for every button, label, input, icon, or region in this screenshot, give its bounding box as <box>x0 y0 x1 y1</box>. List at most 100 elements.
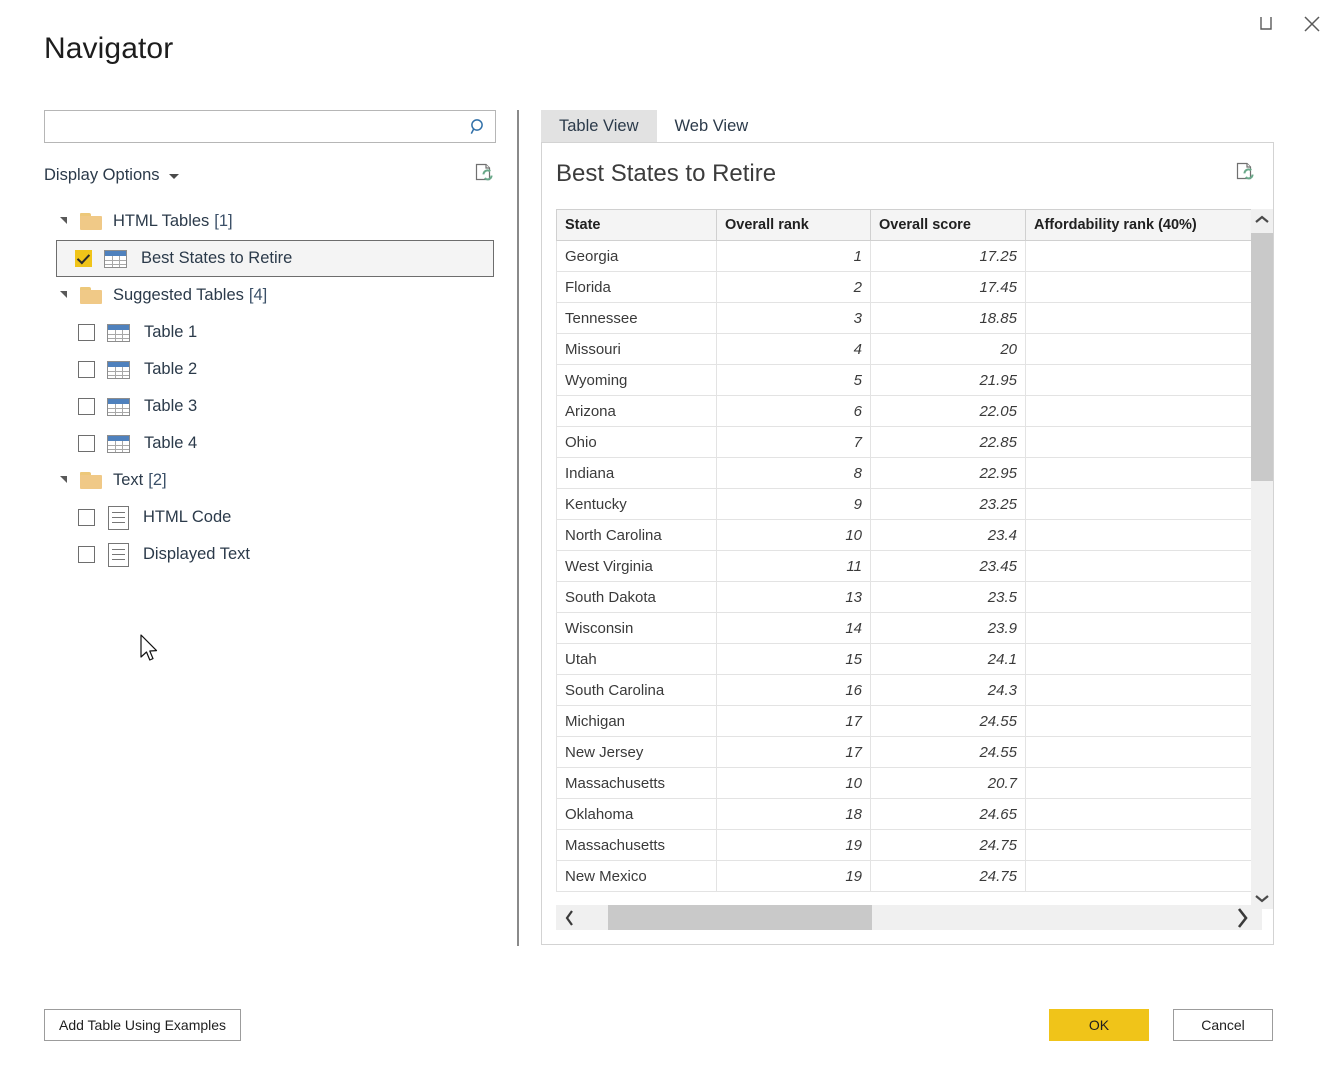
table-row[interactable]: South Carolina 16 24.3 <box>556 674 1263 706</box>
search-input[interactable] <box>45 112 461 141</box>
tree-item-table-1[interactable]: Table 1 <box>44 314 496 351</box>
cell-value[interactable] <box>1025 612 1263 644</box>
refresh-preview-button-left[interactable] <box>472 161 496 190</box>
cell-value[interactable]: 24.75 <box>870 829 1026 861</box>
tree-item-html-code[interactable]: HTML Code <box>44 499 496 536</box>
checkbox[interactable] <box>78 435 95 452</box>
checkbox[interactable] <box>78 509 95 526</box>
table-row[interactable]: Michigan 17 24.55 <box>556 705 1263 737</box>
cell-value[interactable]: 10 <box>716 767 871 799</box>
cell-value[interactable]: 17.45 <box>870 271 1026 303</box>
cell-value[interactable]: 23.45 <box>870 550 1026 582</box>
cell-value[interactable]: 24.55 <box>870 736 1026 768</box>
cell-value[interactable] <box>1025 240 1263 272</box>
cell-state[interactable]: New Jersey <box>556 736 717 768</box>
checkbox[interactable] <box>78 546 95 563</box>
cell-value[interactable] <box>1025 736 1263 768</box>
cell-state[interactable]: Wisconsin <box>556 612 717 644</box>
close-button[interactable] <box>1289 4 1335 44</box>
table-row[interactable]: Oklahoma 18 24.65 <box>556 798 1263 830</box>
cell-value[interactable]: 24.65 <box>870 798 1026 830</box>
cell-state[interactable]: Michigan <box>556 705 717 737</box>
cell-value[interactable] <box>1025 395 1263 427</box>
table-row[interactable]: Kentucky 9 23.25 <box>556 488 1263 520</box>
cell-value[interactable] <box>1025 271 1263 303</box>
cell-value[interactable]: 11 <box>716 550 871 582</box>
cell-value[interactable]: 24.75 <box>870 860 1026 892</box>
tree-group-html-tables[interactable]: HTML Tables [1] <box>44 203 496 240</box>
cell-value[interactable]: 4 <box>716 333 871 365</box>
tree-item-table-4[interactable]: Table 4 <box>44 425 496 462</box>
cell-value[interactable]: 3 <box>716 302 871 334</box>
search-button[interactable] <box>461 111 495 142</box>
tree-item-table-3[interactable]: Table 3 <box>44 388 496 425</box>
scroll-left-button[interactable] <box>556 909 584 927</box>
cell-state[interactable]: Massachusetts <box>556 829 717 861</box>
cell-value[interactable] <box>1025 860 1263 892</box>
tree-item-table-2[interactable]: Table 2 <box>44 351 496 388</box>
cell-value[interactable] <box>1025 767 1263 799</box>
tab-web-view[interactable]: Web View <box>657 110 767 142</box>
cell-value[interactable]: 22.05 <box>870 395 1026 427</box>
cell-value[interactable]: 1 <box>716 240 871 272</box>
cell-value[interactable]: 23.5 <box>870 581 1026 613</box>
vertical-scroll-thumb[interactable] <box>1251 233 1273 481</box>
cell-value[interactable]: 5 <box>716 364 871 396</box>
expander-toggle[interactable] <box>54 291 72 300</box>
cell-value[interactable]: 8 <box>716 457 871 489</box>
checkbox[interactable] <box>78 324 95 341</box>
cell-value[interactable]: 19 <box>716 860 871 892</box>
cell-state[interactable]: Kentucky <box>556 488 717 520</box>
table-row[interactable]: Missouri 4 20 <box>556 333 1263 365</box>
column-header[interactable]: State <box>556 209 717 241</box>
cell-value[interactable]: 24.3 <box>870 674 1026 706</box>
table-row[interactable]: South Dakota 13 23.5 <box>556 581 1263 613</box>
cell-value[interactable]: 9 <box>716 488 871 520</box>
cell-value[interactable]: 23.4 <box>870 519 1026 551</box>
cell-value[interactable]: 20 <box>870 333 1026 365</box>
cell-value[interactable]: 24.55 <box>870 705 1026 737</box>
expander-toggle[interactable] <box>54 476 72 485</box>
cell-value[interactable] <box>1025 643 1263 675</box>
scroll-up-button[interactable] <box>1251 209 1273 231</box>
column-header[interactable]: Overall score <box>870 209 1026 241</box>
cell-value[interactable] <box>1025 550 1263 582</box>
cancel-button[interactable]: Cancel <box>1173 1009 1273 1041</box>
horizontal-scroll-thumb[interactable] <box>608 905 872 930</box>
cell-state[interactable]: New Mexico <box>556 860 717 892</box>
cell-state[interactable]: Ohio <box>556 426 717 458</box>
cell-value[interactable]: 19 <box>716 829 871 861</box>
cell-value[interactable]: 22.85 <box>870 426 1026 458</box>
cell-value[interactable]: 23.9 <box>870 612 1026 644</box>
cell-value[interactable]: 16 <box>716 674 871 706</box>
cell-value[interactable] <box>1025 705 1263 737</box>
cell-value[interactable]: 15 <box>716 643 871 675</box>
cell-value[interactable] <box>1025 333 1263 365</box>
cell-value[interactable]: 17.25 <box>870 240 1026 272</box>
table-row[interactable]: Tennessee 3 18.85 <box>556 302 1263 334</box>
cell-value[interactable] <box>1025 457 1263 489</box>
table-row[interactable]: Utah 15 24.1 <box>556 643 1263 675</box>
cell-value[interactable] <box>1025 581 1263 613</box>
tree-group-text[interactable]: Text [2] <box>44 462 496 499</box>
tree-item-best-states-to-retire[interactable]: Best States to Retire <box>56 240 494 277</box>
cell-value[interactable]: 13 <box>716 581 871 613</box>
cell-state[interactable]: Utah <box>556 643 717 675</box>
cell-value[interactable]: 6 <box>716 395 871 427</box>
cell-value[interactable]: 24.1 <box>870 643 1026 675</box>
tree-item-displayed-text[interactable]: Displayed Text <box>44 536 496 573</box>
cell-state[interactable]: Florida <box>556 271 717 303</box>
tree-group-suggested-tables[interactable]: Suggested Tables [4] <box>44 277 496 314</box>
tab-table-view[interactable]: Table View <box>541 110 657 142</box>
cell-value[interactable]: 2 <box>716 271 871 303</box>
cell-value[interactable] <box>1025 364 1263 396</box>
cell-value[interactable]: 23.25 <box>870 488 1026 520</box>
cell-value[interactable] <box>1025 426 1263 458</box>
cell-value[interactable]: 17 <box>716 736 871 768</box>
cell-value[interactable]: 21.95 <box>870 364 1026 396</box>
cell-value[interactable]: 17 <box>716 705 871 737</box>
cell-value[interactable]: 22.95 <box>870 457 1026 489</box>
table-row[interactable]: Arizona 6 22.05 <box>556 395 1263 427</box>
cell-state[interactable]: Massachusetts <box>556 767 717 799</box>
horizontal-scrollbar[interactable] <box>556 905 1262 930</box>
